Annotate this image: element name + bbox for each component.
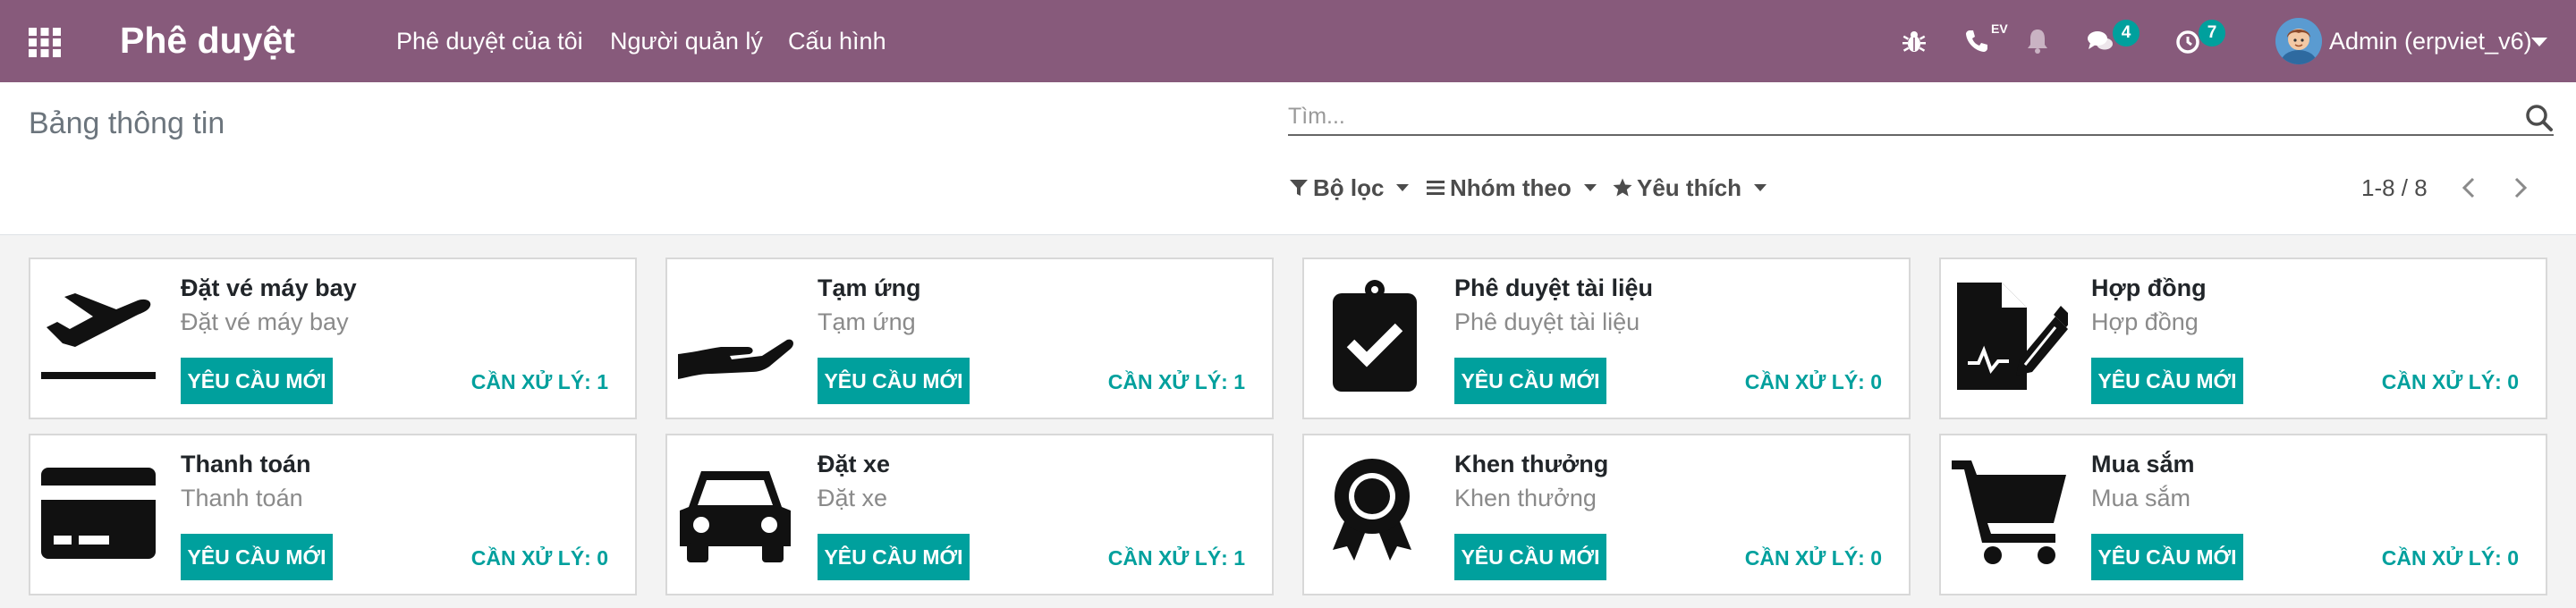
to-process-count[interactable]: CẦN XỬ LÝ: 0 <box>2382 545 2519 571</box>
car-icon <box>676 453 794 570</box>
card-title[interactable]: Đặt vé máy bay <box>181 272 357 304</box>
search-bar <box>1288 98 2554 136</box>
filters-button[interactable]: Bộ lọc <box>1288 172 1410 204</box>
card-subtitle: Khen thưởng <box>1454 485 1597 511</box>
approval-card[interactable]: Thanh toán Thanh toán YÊU CẦU MỚI CẦN XỬ… <box>29 434 637 595</box>
contract-sign-icon <box>1950 277 2068 393</box>
pager-next-icon[interactable] <box>2506 172 2537 204</box>
card-title[interactable]: Đặt xe <box>818 448 890 480</box>
credit-card-icon <box>39 453 157 570</box>
breadcrumb: Bảng thông tin <box>29 106 225 140</box>
group-by-bars-icon <box>1427 181 1445 195</box>
new-request-button[interactable]: YÊU CẦU MỚI <box>818 534 970 580</box>
activities-count-badge: 7 <box>2199 20 2225 46</box>
to-process-count[interactable]: CẦN XỬ LÝ: 0 <box>471 545 608 571</box>
card-title[interactable]: Tạm ứng <box>818 272 921 304</box>
card-title[interactable]: Khen thưởng <box>1454 448 1608 480</box>
new-request-button[interactable]: YÊU CẦU MỚI <box>181 534 333 580</box>
messages-count-badge: 4 <box>2113 20 2140 46</box>
card-subtitle: Đặt vé máy bay <box>181 308 349 335</box>
card-subtitle: Phê duyệt tài liệu <box>1454 308 1640 335</box>
new-request-button[interactable]: YÊU CẦU MỚI <box>2091 358 2243 404</box>
notification-bell-icon[interactable] <box>2021 21 2063 63</box>
search-input[interactable] <box>1288 98 2504 134</box>
card-subtitle: Thanh toán <box>181 485 303 511</box>
new-request-button[interactable]: YÊU CẦU MỚI <box>2091 534 2243 580</box>
user-avatar[interactable] <box>2275 18 2322 64</box>
approval-card[interactable]: Mua sắm Mua sắm YÊU CẦU MỚI CẦN XỬ LÝ: 0 <box>1939 434 2547 595</box>
pager-value[interactable]: 1-8 / 8 <box>2361 172 2428 204</box>
new-request-button[interactable]: YÊU CẦU MỚI <box>181 358 333 404</box>
card-subtitle: Hợp đồng <box>2091 308 2199 335</box>
phone-ev-tag: EV <box>1991 21 2008 36</box>
card-title[interactable]: Thanh toán <box>181 448 310 480</box>
filters-caret-icon <box>1396 184 1410 191</box>
approval-card[interactable]: Phê duyệt tài liệu Phê duyệt tài liệu YÊ… <box>1302 258 1911 419</box>
approval-card[interactable]: Khen thưởng Khen thưởng YÊU CẦU MỚI CẦN … <box>1302 434 1911 595</box>
card-subtitle: Tạm ứng <box>818 308 916 335</box>
to-process-count[interactable]: CẦN XỬ LÝ: 0 <box>1745 545 1882 571</box>
to-process-count[interactable]: CẦN XỬ LÝ: 1 <box>471 368 608 395</box>
approval-card[interactable]: Đặt xe Đặt xe YÊU CẦU MỚI CẦN XỬ LÝ: 1 <box>665 434 1274 595</box>
approval-card[interactable]: Đặt vé máy bay Đặt vé máy bay YÊU CẦU MỚ… <box>29 258 637 419</box>
control-panel: Bảng thông tin Bộ lọc Nhóm theo Yêu thíc… <box>0 82 2576 235</box>
to-process-count[interactable]: CẦN XỬ LÝ: 1 <box>1108 368 1245 395</box>
card-subtitle: Đặt xe <box>818 485 888 511</box>
new-request-button[interactable]: YÊU CẦU MỚI <box>1454 358 1606 404</box>
shopping-cart-icon <box>1950 453 2068 570</box>
award-icon <box>1313 453 1431 570</box>
airplane-icon <box>39 277 157 393</box>
favorites-button[interactable]: Yêu thích <box>1612 172 1767 204</box>
approval-card[interactable]: Hợp đồng Hợp đồng YÊU CẦU MỚI CẦN XỬ LÝ:… <box>1939 258 2547 419</box>
card-subtitle: Mua sắm <box>2091 485 2191 511</box>
top-navbar: Phê duyệt Phê duyệt của tôi Người quản l… <box>0 0 2576 82</box>
debug-bug-icon[interactable] <box>1898 21 1939 63</box>
filter-funnel-icon <box>1290 180 1308 196</box>
to-process-count[interactable]: CẦN XỬ LÝ: 0 <box>2382 368 2519 395</box>
approval-card[interactable]: Tạm ứng Tạm ứng YÊU CẦU MỚI CẦN XỬ LÝ: 1 <box>665 258 1274 419</box>
apps-menu-icon[interactable] <box>27 24 63 60</box>
filters-label: Bộ lọc <box>1313 174 1385 201</box>
menu-configuration[interactable]: Cấu hình <box>788 25 886 57</box>
favorites-caret-icon <box>1754 184 1767 191</box>
to-process-count[interactable]: CẦN XỬ LÝ: 0 <box>1745 368 1882 395</box>
group-by-caret-icon <box>1583 184 1597 191</box>
card-title[interactable]: Phê duyệt tài liệu <box>1454 272 1653 304</box>
to-process-count[interactable]: CẦN XỬ LÝ: 1 <box>1108 545 1245 571</box>
user-menu-caret-icon[interactable] <box>2531 38 2547 46</box>
favorites-label: Yêu thích <box>1637 174 1742 201</box>
pager-previous-icon[interactable] <box>2456 172 2487 204</box>
favorites-star-icon <box>1613 178 1632 197</box>
new-request-button[interactable]: YÊU CẦU MỚI <box>1454 534 1606 580</box>
menu-my-approvals[interactable]: Phê duyệt của tôi <box>396 25 583 57</box>
clipboard-check-icon <box>1313 277 1431 393</box>
group-by-label: Nhóm theo <box>1450 174 1572 201</box>
new-request-button[interactable]: YÊU CẦU MỚI <box>818 358 970 404</box>
user-menu-name[interactable]: Admin (erpviet_v6) <box>2329 25 2532 57</box>
app-title[interactable]: Phê duyệt <box>120 16 295 64</box>
group-by-button[interactable]: Nhóm theo <box>1425 172 1597 204</box>
menu-manager[interactable]: Người quản lý <box>610 25 763 57</box>
hand-icon <box>676 277 794 393</box>
card-title[interactable]: Hợp đồng <box>2091 272 2207 304</box>
search-icon[interactable] <box>2525 104 2554 132</box>
card-title[interactable]: Mua sắm <box>2091 448 2195 480</box>
